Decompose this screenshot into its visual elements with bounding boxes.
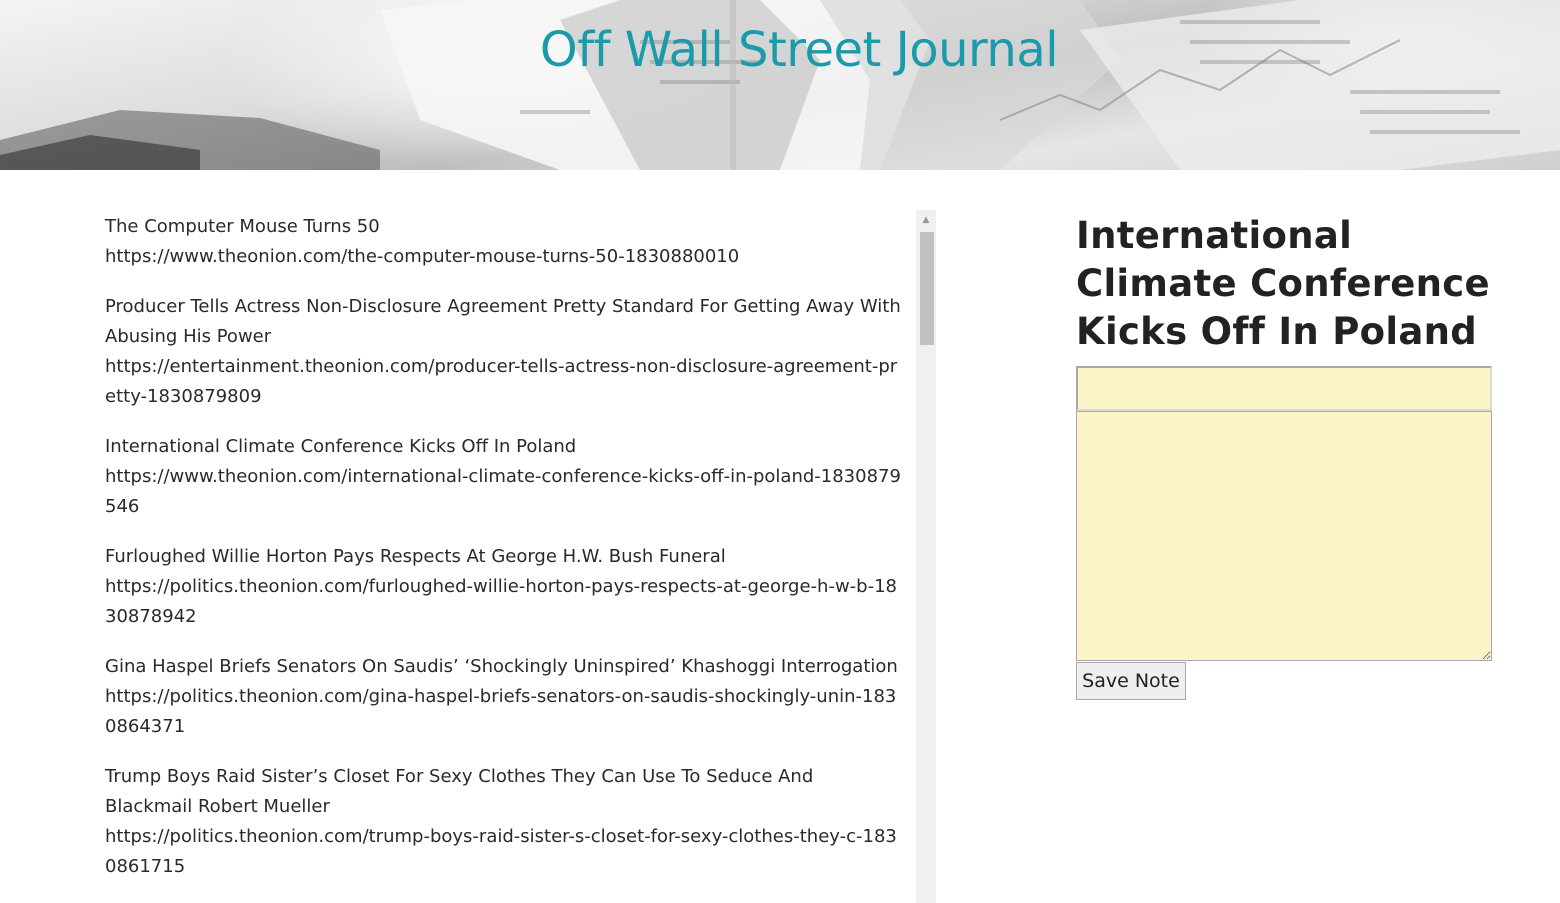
note-panel: International Climate Conference Kicks O… xyxy=(1076,212,1492,700)
article-url[interactable]: https://www.theonion.com/the-computer-mo… xyxy=(105,242,905,272)
articles-list: The Computer Mouse Turns 50 https://www.… xyxy=(105,212,905,902)
article-headline[interactable]: The Computer Mouse Turns 50 xyxy=(105,212,905,242)
save-note-button[interactable]: Save Note xyxy=(1076,662,1186,700)
note-title-input[interactable] xyxy=(1076,366,1492,411)
article-item[interactable]: Trump Boys Raid Sister’s Closet For Sexy… xyxy=(105,762,905,882)
article-item[interactable]: Producer Tells Actress Non-Disclosure Ag… xyxy=(105,292,905,412)
article-item[interactable]: International Climate Conference Kicks O… xyxy=(105,432,905,522)
article-url[interactable]: https://politics.theonion.com/trump-boys… xyxy=(105,822,905,882)
header-banner: Off Wall Street Journal xyxy=(0,0,1560,170)
article-url[interactable]: https://politics.theonion.com/furloughed… xyxy=(105,572,905,632)
article-headline[interactable]: International Climate Conference Kicks O… xyxy=(105,432,905,462)
article-url[interactable]: https://politics.theonion.com/gina-haspe… xyxy=(105,682,905,742)
article-url[interactable]: https://www.theonion.com/international-c… xyxy=(105,462,905,522)
scrollbar-thumb[interactable] xyxy=(920,232,934,345)
article-headline[interactable]: Trump Boys Raid Sister’s Closet For Sexy… xyxy=(105,762,905,822)
article-item[interactable]: Gina Haspel Briefs Senators On Saudis’ ‘… xyxy=(105,652,905,742)
scroll-up-arrow-icon[interactable]: ▲ xyxy=(916,210,936,230)
article-url[interactable]: https://entertainment.theonion.com/produ… xyxy=(105,352,905,412)
note-body-textarea[interactable] xyxy=(1076,411,1492,661)
note-article-title: International Climate Conference Kicks O… xyxy=(1076,214,1490,353)
articles-panel[interactable]: The Computer Mouse Turns 50 https://www.… xyxy=(92,210,936,903)
article-headline[interactable]: Producer Tells Actress Non-Disclosure Ag… xyxy=(105,292,905,352)
article-item[interactable]: Furloughed Willie Horton Pays Respects A… xyxy=(105,542,905,632)
article-headline[interactable]: Furloughed Willie Horton Pays Respects A… xyxy=(105,542,905,572)
article-headline[interactable]: Gina Haspel Briefs Senators On Saudis’ ‘… xyxy=(105,652,905,682)
article-item[interactable]: The Computer Mouse Turns 50 https://www.… xyxy=(105,212,905,272)
site-title: Off Wall Street Journal xyxy=(539,22,1059,78)
articles-scrollbar[interactable]: ▲ xyxy=(916,210,936,903)
